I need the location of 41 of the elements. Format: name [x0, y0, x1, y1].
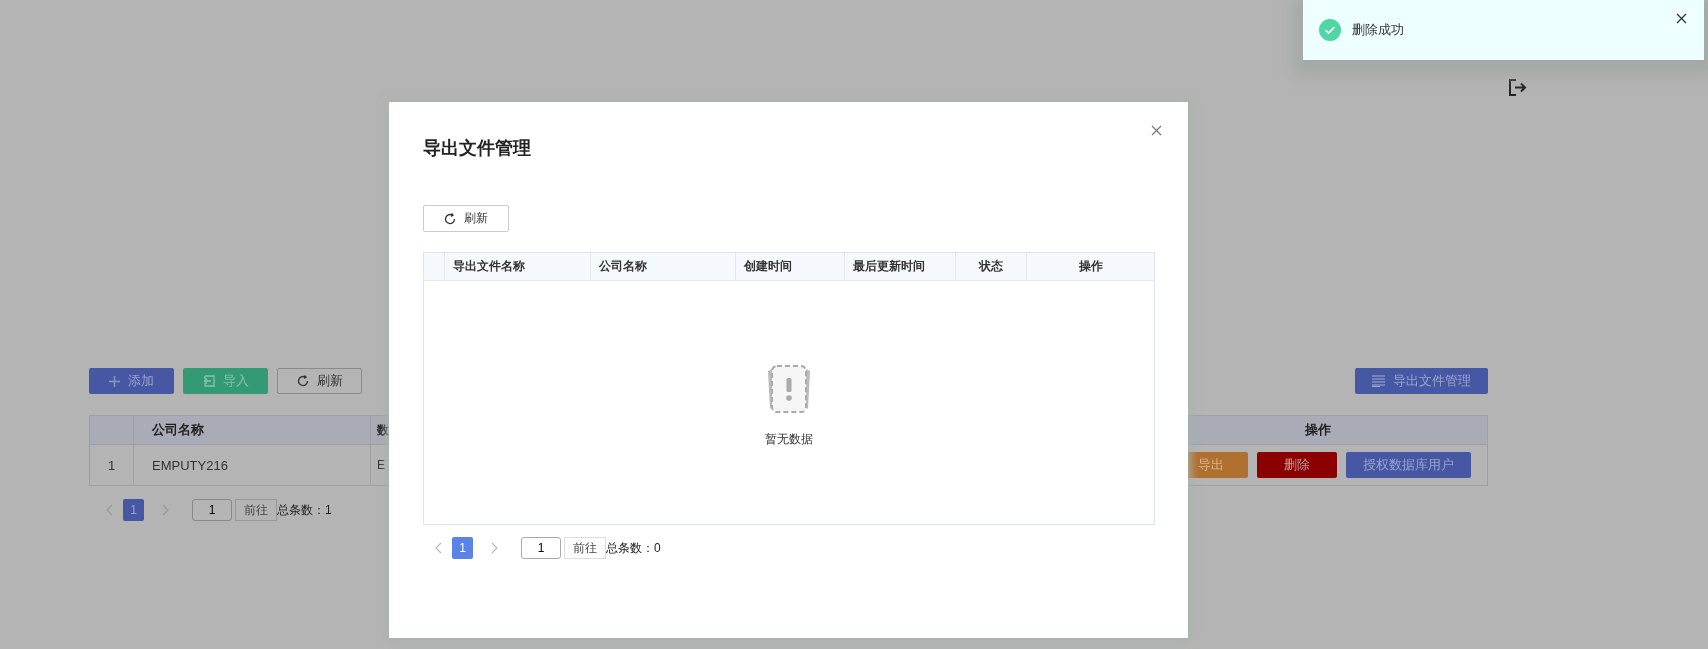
go-button[interactable]: 前往	[564, 537, 606, 559]
next-page-icon[interactable]	[161, 504, 169, 516]
page-jump-field[interactable]: 1	[521, 537, 561, 559]
column-header: 状态	[978, 258, 1003, 275]
page-number[interactable]: 1	[123, 499, 144, 521]
toolbar-button[interactable]: 添加	[89, 368, 174, 394]
go-button[interactable]: 前往	[235, 499, 277, 521]
refresh-button[interactable]: 刷新	[423, 205, 509, 232]
column-header: 导出文件名称	[453, 258, 525, 275]
row-action-button[interactable]: 授权数据库用户	[1345, 452, 1471, 478]
row-index: 1	[107, 457, 116, 473]
toast-message: 删除成功	[1352, 21, 1405, 39]
page-jump-field[interactable]: 1	[192, 499, 232, 521]
close-icon[interactable]	[1676, 13, 1687, 24]
total-count: 总条数：0	[606, 539, 661, 557]
column-header: 公司名称	[598, 258, 647, 275]
export-management-button[interactable]: 导出文件管理	[1355, 368, 1488, 394]
column-header: 操作	[1078, 258, 1103, 275]
page-number[interactable]: 1	[452, 537, 473, 559]
empty-message: 暂无数据	[765, 431, 813, 448]
plus-icon	[109, 375, 120, 387]
row-action-button[interactable]: 删除	[1256, 452, 1337, 478]
check-circle-icon	[1319, 19, 1341, 41]
column-header: 公司名称	[152, 421, 204, 439]
list-icon	[1372, 375, 1385, 387]
column-header: 数	[377, 421, 389, 439]
refresh-icon	[296, 375, 309, 387]
column-header: 最后更新时间	[852, 258, 925, 275]
total-count: 总条数：1	[277, 501, 332, 519]
dialog-title: 导出文件管理	[423, 137, 531, 160]
toolbar-button[interactable]: 刷新	[277, 368, 362, 394]
table-cell: EMPUTY216	[152, 457, 228, 473]
previous-page-icon[interactable]	[435, 542, 443, 554]
next-page-icon[interactable]	[490, 542, 498, 554]
logout-icon[interactable]	[1508, 78, 1527, 97]
import-icon	[202, 375, 215, 387]
table-cell: E	[377, 458, 385, 472]
previous-page-icon[interactable]	[106, 504, 114, 516]
column-header: 操作	[1305, 421, 1331, 439]
refresh-icon	[444, 212, 456, 225]
column-header: 创建时间	[744, 258, 793, 275]
